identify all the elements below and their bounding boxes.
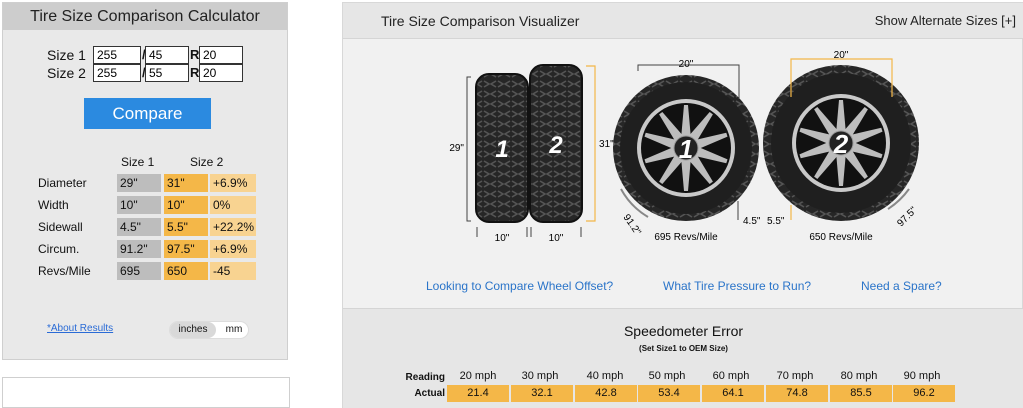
results-size2-value: 5.5"	[164, 218, 208, 236]
actual-label: Actual	[414, 388, 445, 399]
results-row-label: Width	[38, 198, 69, 212]
results-difference: -45	[210, 262, 256, 280]
results-difference: +6.9%	[210, 240, 256, 258]
results-row-label: Circum.	[38, 242, 80, 256]
speedometer-subtitle: (Set Size1 to OEM Size)	[639, 344, 728, 353]
size1-label: Size 1	[47, 47, 86, 63]
results-row: Diameter 29" 31" +6.9%	[3, 174, 289, 192]
size2-aspect-input[interactable]	[145, 64, 189, 82]
size1-row: Size 1 / R	[3, 46, 289, 64]
size1-rim-marker: R	[190, 47, 200, 62]
actual-speed-value: 53.4	[638, 385, 700, 402]
results-difference: 0%	[210, 196, 256, 214]
empty-panel	[2, 377, 290, 408]
wheel2-number: 2	[833, 129, 849, 159]
tire2-width-label: 10"	[549, 233, 564, 244]
actual-speed-value: 96.2	[893, 385, 955, 402]
reading-value: 60 mph	[712, 370, 750, 382]
results-row: Width 10" 10" 0%	[3, 196, 289, 214]
size2-rim-marker: R	[190, 65, 200, 80]
about-results-link[interactable]: *About Results	[47, 323, 113, 334]
speedometer-error-section: Speedometer Error (Set Size1 to OEM Size…	[343, 308, 1023, 408]
results-size1-value: 29"	[117, 174, 161, 192]
size2-rim-input[interactable]	[199, 64, 243, 82]
tire2-height-label: 31"	[599, 139, 614, 150]
results-row: Circum. 91.2" 97.5" +6.9%	[3, 240, 289, 258]
units-mm-option[interactable]: mm	[220, 322, 248, 338]
tire-diagram: 1 2 29" 31" 10" 10" 1 20" 91.2" 4.5" 695…	[449, 50, 919, 244]
visualizer-header: Tire Size Comparison Visualizer Show Alt…	[343, 3, 1023, 39]
reading-label: Reading	[405, 372, 445, 383]
reading-value: 20 mph	[459, 370, 497, 382]
results-size1-value: 91.2"	[117, 240, 161, 258]
reading-value: 50 mph	[648, 370, 686, 382]
visualizer-title: Tire Size Comparison Visualizer	[381, 13, 580, 29]
show-alternate-sizes-link[interactable]: Show Alternate Sizes [+]	[875, 13, 1016, 28]
wheel2-revs-label: 650 Revs/Mile	[809, 232, 873, 243]
actual-speed-value: 64.1	[702, 385, 764, 402]
units-inches-option[interactable]: inches	[170, 322, 216, 338]
speedometer-title: Speedometer Error	[623, 323, 744, 339]
results-size2-value: 10"	[164, 196, 208, 214]
size1-width-input[interactable]	[93, 46, 141, 64]
reading-value: 30 mph	[521, 370, 559, 382]
tire1-side-view: 1	[475, 73, 529, 223]
results-size2-value: 31"	[164, 174, 208, 192]
results-difference: +6.9%	[210, 174, 256, 192]
results-header-size1: Size 1	[121, 155, 155, 169]
wheel1-revs-label: 695 Revs/Mile	[654, 232, 718, 243]
wheel2-rim-label: 20"	[834, 50, 849, 61]
actual-speed-value: 21.4	[447, 385, 509, 402]
actual-speed-value: 74.8	[766, 385, 828, 402]
size2-width-input[interactable]	[93, 64, 141, 82]
wheel1-number: 1	[679, 134, 693, 164]
tire1-number: 1	[495, 136, 508, 163]
compare-wheel-offset-link[interactable]: Looking to Compare Wheel Offset?	[426, 279, 613, 293]
results-size1-value: 4.5"	[117, 218, 161, 236]
results-row-label: Revs/Mile	[38, 264, 91, 278]
wheel2-front-view: 2	[763, 65, 919, 221]
results-row-label: Diameter	[38, 176, 87, 190]
results-size2-value: 650	[164, 262, 208, 280]
results-row: Sidewall 4.5" 5.5" +22.2%	[3, 218, 289, 236]
results-header-size2: Size 2	[190, 155, 224, 169]
reading-value: 90 mph	[903, 370, 941, 382]
tire2-number: 2	[548, 132, 563, 159]
visualizer-panel: Tire Size Comparison Visualizer Show Alt…	[342, 2, 1023, 408]
wheel1-circumference-label: 91.2"	[621, 212, 643, 238]
reading-value: 70 mph	[776, 370, 814, 382]
tire2-side-view: 2	[529, 64, 583, 223]
actual-speed-value: 32.1	[511, 385, 573, 402]
calculator-title: Tire Size Comparison Calculator	[3, 3, 287, 30]
results-size1-value: 10"	[117, 196, 161, 214]
wheel2-circumference-label: 97.5"	[895, 205, 919, 229]
size2-label: Size 2	[47, 65, 86, 81]
wheel1-sidewall-label: 4.5"	[743, 216, 761, 227]
results-size1-value: 695	[117, 262, 161, 280]
results-row: Revs/Mile 695 650 -45	[3, 262, 289, 280]
tire1-height-label: 29"	[449, 143, 464, 154]
wheel1-rim-label: 20"	[679, 59, 694, 70]
size1-rim-input[interactable]	[199, 46, 243, 64]
compare-button[interactable]: Compare	[84, 98, 211, 129]
actual-speed-value: 42.8	[575, 385, 637, 402]
results-difference: +22.2%	[210, 218, 256, 236]
tire1-width-label: 10"	[495, 233, 510, 244]
page: Tire Size Comparison Calculator Size 1 /…	[0, 0, 1023, 408]
actual-speed-value: 85.5	[830, 385, 892, 402]
wheel2-sidewall-label: 5.5"	[767, 216, 785, 227]
results-row-label: Sidewall	[38, 220, 83, 234]
reading-value: 80 mph	[840, 370, 878, 382]
size2-row: Size 2 / R	[3, 64, 289, 82]
results-size2-value: 97.5"	[164, 240, 208, 258]
calculator-panel: Tire Size Comparison Calculator Size 1 /…	[2, 2, 288, 360]
tire-pressure-link[interactable]: What Tire Pressure to Run?	[663, 279, 811, 293]
reading-value: 40 mph	[586, 370, 624, 382]
need-a-spare-link[interactable]: Need a Spare?	[861, 279, 942, 293]
wheel1-front-view: 1	[613, 75, 759, 221]
size1-aspect-input[interactable]	[145, 46, 189, 64]
units-toggle[interactable]: inches mm	[169, 321, 249, 339]
